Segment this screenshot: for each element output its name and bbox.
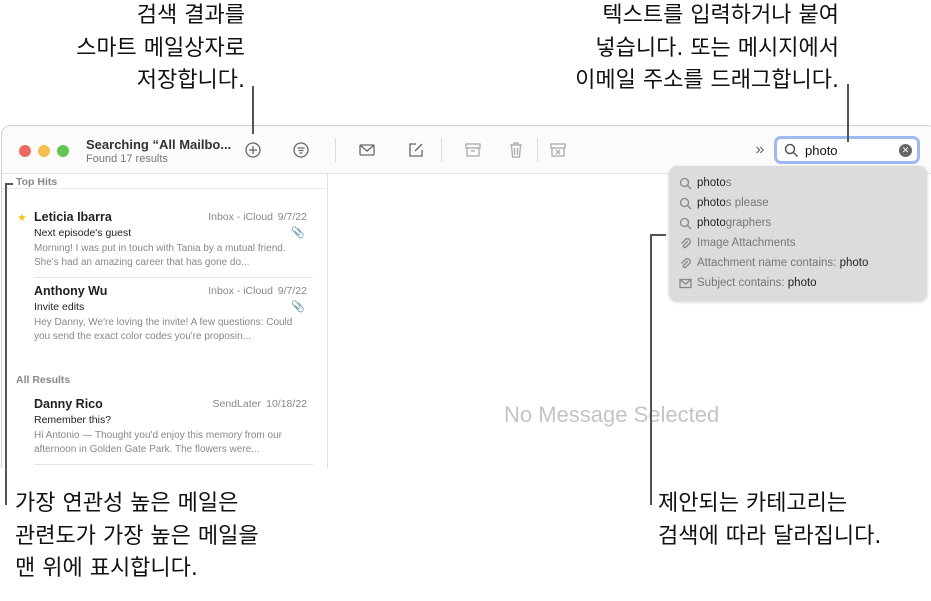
clear-search-icon[interactable]: ✕	[899, 144, 912, 157]
value: photo	[839, 257, 869, 269]
paperclip-icon	[681, 237, 691, 248]
match: photo	[697, 197, 726, 209]
match: photo	[697, 177, 726, 189]
junk-icon[interactable]	[548, 140, 568, 160]
toolbar-divider	[335, 138, 336, 162]
preview: Morning! I was put in touch with Tania b…	[34, 243, 286, 268]
suggestion-item[interactable]: Subject contains: photo	[679, 273, 817, 293]
paperclip-icon: 📎	[291, 227, 305, 239]
callout-line: 텍스트를 입력하거나 붙여	[602, 3, 839, 28]
message-item[interactable]: Leticia Ibarra Inbox - iCloud 9/7/22 Nex…	[34, 210, 313, 280]
search-suggestions: photos photos please photographers Image…	[669, 166, 927, 301]
envelope-icon	[679, 278, 692, 288]
callout-line: 가장 연관성 높은 메일은	[15, 491, 239, 516]
sender: Danny Rico	[34, 397, 103, 411]
callout-save-smart-mailbox: 검색 결과를 스마트 메일상자로 저장합니다.	[76, 0, 245, 98]
search-icon	[679, 217, 692, 229]
date: 9/7/22	[277, 285, 307, 297]
toolbar-divider	[441, 138, 442, 162]
flag-star-icon: ★	[17, 212, 27, 224]
get-mail-icon[interactable]	[357, 140, 377, 160]
suggestion-item[interactable]: photos please	[679, 193, 769, 213]
callout-line: 넣습니다. 또는 메시지에서	[595, 35, 839, 61]
callout-line: 맨 위에 표시합니다.	[15, 556, 198, 581]
suggestion-item[interactable]: photographers	[679, 213, 771, 233]
compose-icon[interactable]	[406, 140, 426, 160]
add-smart-mailbox-icon[interactable]	[243, 140, 263, 160]
top-hits-label: Top Hits	[16, 176, 58, 188]
divider	[34, 277, 313, 278]
callout-line: 스마트 메일상자로	[76, 35, 245, 61]
callout-line: 검색 결과를	[136, 3, 245, 28]
search-icon	[679, 177, 692, 189]
search-input[interactable]: photo	[805, 143, 838, 158]
search-icon	[784, 143, 799, 158]
window-title: Searching “All Mailbo...	[86, 137, 232, 152]
search-icon	[679, 197, 692, 209]
rest: graphers	[725, 217, 772, 229]
results-count: Found 17 results	[86, 153, 168, 165]
no-message-selected: No Message Selected	[504, 402, 720, 427]
suggestion-item[interactable]: Attachment name contains: photo	[679, 253, 868, 273]
mailbox: SendLater	[212, 398, 261, 410]
match: photo	[697, 217, 726, 229]
paperclip-icon: 📎	[291, 301, 305, 313]
more-icon[interactable]: »	[750, 140, 770, 160]
sender: Anthony Wu	[34, 284, 108, 298]
preview: Hey Danny, We're loving the invite! A fe…	[34, 317, 293, 342]
subject: Invite edits	[34, 301, 85, 313]
prefix: Subject contains:	[697, 277, 788, 289]
rest: s	[725, 177, 732, 189]
message-item[interactable]: Anthony Wu Inbox - iCloud 9/7/22 Invite …	[34, 284, 313, 354]
date: 9/7/22	[277, 211, 307, 223]
callout-search-field: 텍스트를 입력하거나 붙여 넣습니다. 또는 메시지에서 이메일 주소를 드래그…	[575, 0, 839, 98]
minimize-button[interactable]	[38, 145, 50, 157]
leader-line	[650, 234, 652, 505]
callout-line: 저장합니다.	[136, 68, 245, 93]
callout-top-hits: 가장 연관성 높은 메일은 관련도가 가장 높은 메일을 맨 위에 표시합니다.	[15, 488, 259, 586]
close-button[interactable]	[19, 145, 31, 157]
trash-icon[interactable]	[506, 140, 526, 160]
message-list: Top Hits ★ Leticia Ibarra Inbox - iCloud…	[2, 174, 328, 468]
message-item[interactable]: Danny Rico SendLater 10/18/22 Remember t…	[34, 397, 313, 467]
callout-line: 관련도가 가장 높은 메일을	[15, 523, 259, 549]
leader-line	[650, 234, 666, 236]
toolbar-divider	[537, 138, 538, 162]
rest: s please	[725, 197, 769, 209]
value: photo	[787, 277, 817, 289]
leader-line	[252, 86, 254, 134]
mailbox: Inbox - iCloud	[208, 285, 273, 297]
prefix: Image Attachments	[697, 237, 796, 249]
date: 10/18/22	[266, 398, 307, 410]
archive-icon[interactable]	[463, 140, 483, 160]
divider	[34, 464, 313, 465]
leader-line	[5, 183, 7, 505]
callout-line: 검색에 따라 달라집니다.	[658, 523, 882, 549]
leader-line	[5, 183, 13, 185]
suggestion-item[interactable]: Image Attachments	[679, 233, 795, 253]
mailbox: Inbox - iCloud	[208, 211, 273, 223]
callout-line: 이메일 주소를 드래그합니다.	[575, 68, 839, 93]
paperclip-icon	[681, 257, 691, 268]
subject: Remember this?	[34, 414, 112, 426]
callout-suggestions: 제안되는 카테고리는 검색에 따라 달라집니다.	[658, 488, 881, 553]
suggestion-item[interactable]: photos	[679, 173, 732, 193]
callout-line: 제안되는 카테고리는	[658, 491, 848, 516]
subject: Next episode's guest	[34, 227, 132, 239]
leader-line	[847, 84, 849, 142]
sender: Leticia Ibarra	[34, 210, 112, 224]
prefix: Attachment name contains:	[697, 257, 840, 269]
zoom-button[interactable]	[57, 145, 69, 157]
preview: Hi Antonio — Thought you'd enjoy this me…	[34, 430, 282, 455]
filter-icon[interactable]	[291, 140, 311, 160]
all-results-label: All Results	[16, 374, 71, 386]
